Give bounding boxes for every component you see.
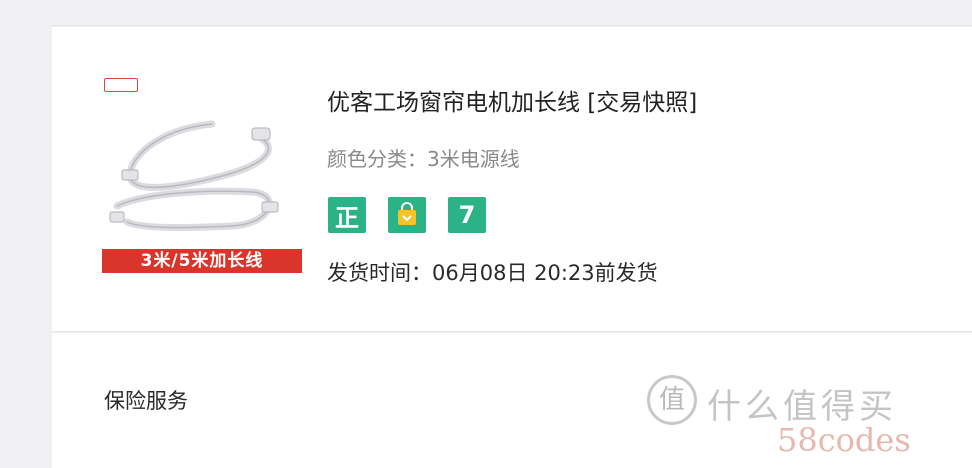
shipping-time: 发货时间：06月08日 20:23前发货: [327, 261, 658, 285]
insurance-service-label[interactable]: 保险服务: [104, 385, 188, 415]
shopping-bag-icon[interactable]: [388, 197, 426, 233]
thumbnail-banner: 3米/5米加长线: [102, 249, 302, 273]
order-card: 3米/5米加长线 优客工场窗帘电机加长线 [交易快照] 颜色分类：3米电源线 正…: [52, 0, 972, 468]
watermark-site: 58codes: [777, 421, 911, 459]
badge-label: 7: [458, 201, 476, 229]
service-badges: 正 7: [328, 197, 486, 233]
product-variant: 颜色分类：3米电源线: [327, 147, 520, 171]
badge-label: 正: [335, 203, 359, 232]
brand-logo: [104, 78, 138, 92]
seven-day-return-icon[interactable]: 7: [448, 197, 486, 233]
bag-glyph: [398, 202, 416, 225]
top-divider-strip: [52, 0, 972, 26]
watermark: 值 什么值得买 58codes: [642, 353, 962, 468]
cable-illustration: [109, 120, 279, 231]
order-item-panel: 3米/5米加长线 优客工场窗帘电机加长线 [交易快照] 颜色分类：3米电源线 正…: [52, 27, 972, 332]
thumbnail-header: [104, 78, 148, 92]
product-title[interactable]: 优客工场窗帘电机加长线 [交易快照]: [327, 83, 697, 117]
product-thumbnail[interactable]: 3米/5米加长线: [102, 76, 302, 303]
genuine-icon[interactable]: 正: [328, 197, 366, 233]
watermark-logo: 值: [647, 375, 697, 425]
insurance-panel: 保险服务 值 什么值得买 58codes: [52, 333, 972, 468]
